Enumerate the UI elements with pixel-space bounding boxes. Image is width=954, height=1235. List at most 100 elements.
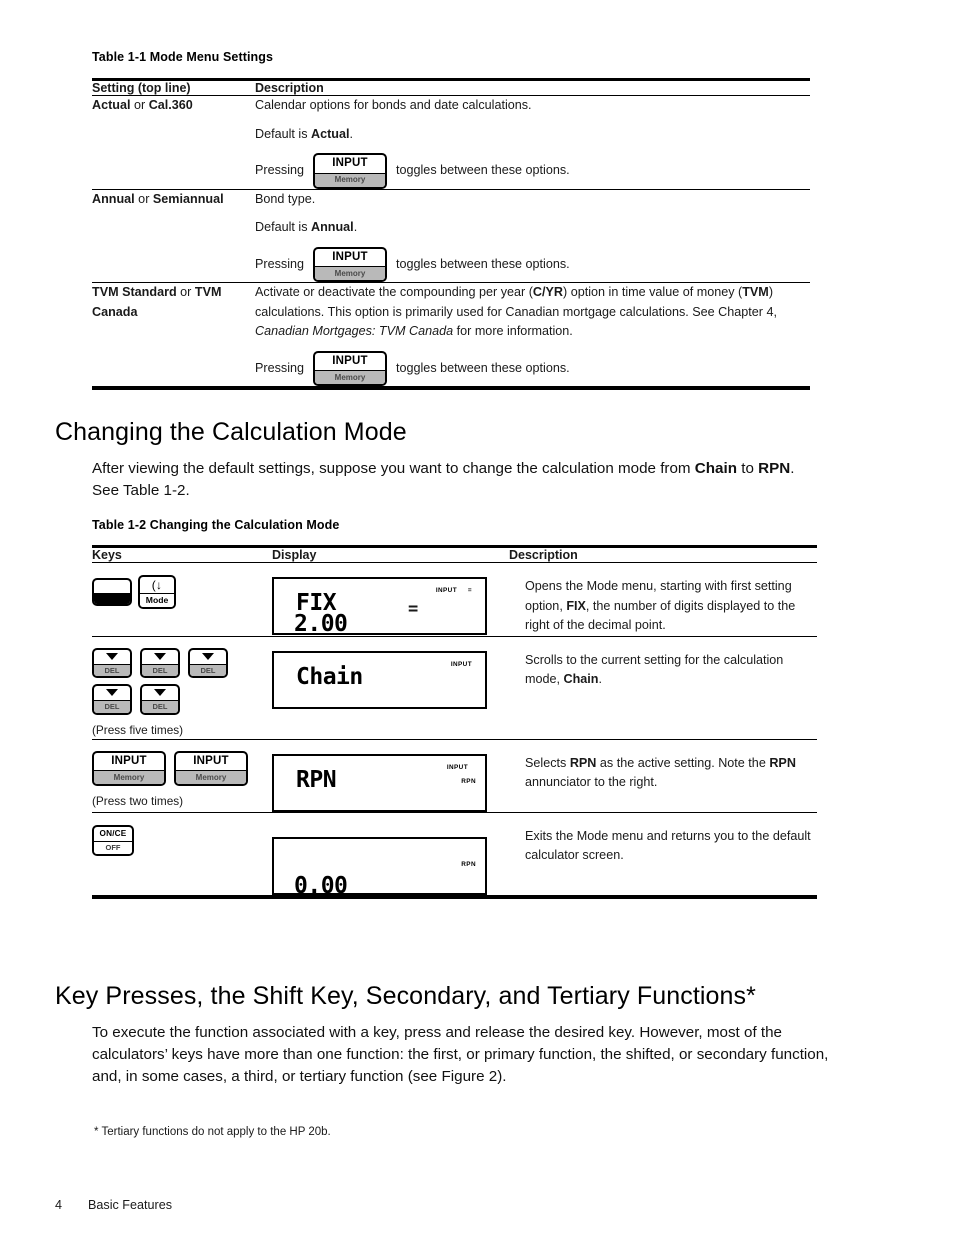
lcd-display-chain: Chain INPUT (272, 650, 487, 709)
on-ce-key-top-label: ON/CE (99, 828, 127, 838)
desc-bold-rpn-1: RPN (569, 755, 597, 770)
intro-bold-rpn: RPN (758, 460, 791, 477)
table-1-2-header-row: Keys Display Description (92, 545, 817, 563)
lcd-annunciator-equals: = (467, 587, 472, 594)
input-key-graphic[interactable]: INPUT Memory (313, 153, 387, 189)
setting-option-a: Actual (92, 98, 131, 112)
down-arrow-icon (94, 650, 130, 664)
on-ce-key-bottom-label: OFF (94, 841, 132, 854)
keys-cell: (↓ Mode (92, 562, 272, 637)
on-ce-key-graphic[interactable]: ON/CE OFF (92, 824, 134, 856)
table-1-1-header-row: Setting (top line) Description (92, 78, 810, 96)
input-key-top-label: INPUT (193, 754, 229, 767)
table-1-1-caption: Table 1-1 Mode Menu Settings (92, 50, 274, 64)
lcd-display-default: 0.00 RPN (272, 836, 487, 899)
desc-italic-title: Canadian Mortgages: TVM Canada (255, 324, 454, 339)
column-header-description: Description (255, 78, 810, 96)
display-cell: RPN INPUT RPN (272, 738, 509, 813)
keys-cell: ON/CE OFF (92, 811, 272, 897)
shift-key-graphic[interactable] (92, 577, 132, 606)
mode-key-bottom-label: Mode (140, 593, 174, 607)
setting-conjunction: or (134, 191, 153, 206)
down-arrow-icon (142, 650, 178, 664)
display-cell: FIX 2.00 = INPUT = (272, 562, 509, 637)
lcd-annunciator-rpn: RPN (461, 860, 476, 868)
mode-key-graphic[interactable]: (↓ Mode (138, 575, 176, 609)
press-prefix: Pressing (255, 163, 304, 178)
del-key-label: DEL (142, 663, 178, 677)
down-arrow-del-key-graphic[interactable]: DEL (188, 647, 228, 679)
keys-cell: DEL DEL DEL DEL DEL (Press five times) (92, 635, 272, 740)
table-row: ON/CE OFF 0.00 RPN Exits the Mode menu a… (92, 811, 817, 899)
input-key-graphic[interactable]: INPUT Memory (92, 750, 166, 787)
desc-line: Exits the Mode menu and returns you to t… (525, 828, 811, 863)
desc-line: Scrolls to the current setting for the c… (525, 651, 817, 690)
desc-default-line: Default is Annual. (255, 218, 810, 238)
down-arrow-del-key-graphic[interactable]: DEL (140, 647, 180, 679)
description-cell: Activate or deactivate the compounding p… (255, 282, 810, 389)
input-key-top-label: INPUT (332, 157, 368, 170)
table-bottom-rule (509, 894, 817, 901)
desc-seg-4: for more information. (453, 324, 573, 339)
footer-section-name: Basic Features (88, 1198, 172, 1212)
input-key-bottom-label: Memory (315, 370, 385, 385)
lcd-line-1: RPN (296, 766, 337, 793)
lcd-annunciator-rpn: RPN (461, 777, 476, 785)
setting-conjunction: or (176, 285, 195, 300)
key-group: (↓ Mode (92, 575, 272, 609)
setting-conjunction: or (130, 98, 149, 112)
triangle-down-shape (106, 652, 118, 660)
setting-option-b: Cal.360 (148, 98, 193, 112)
page: Table 1-1 Mode Menu Settings Setting (to… (0, 0, 954, 1235)
intro-seg-1: After viewing the default settings, supp… (92, 460, 695, 477)
lcd-display-rpn: RPN INPUT RPN (272, 753, 487, 812)
lcd-line-1: Chain (296, 663, 363, 690)
default-value: Actual (311, 126, 350, 141)
down-arrow-icon (94, 686, 130, 700)
table-row: INPUT Memory INPUT Memory (Press two tim… (92, 738, 817, 813)
page-heading-changing-mode: Changing the Calculation Mode (55, 418, 407, 446)
desc-seg-2: ) option in time value of money ( (563, 285, 743, 300)
triangle-down-shape (202, 652, 214, 660)
press-prefix: Pressing (255, 256, 304, 271)
table-1-1-bottom-rule-row (92, 386, 810, 393)
press-count-note: (Press two times) (92, 794, 184, 809)
table-1-1: Setting (top line) Description Actual or… (92, 78, 810, 393)
desc-bold-cyr: C/YR (532, 285, 564, 300)
table-1-2-caption: Table 1-2 Changing the Calculation Mode (92, 518, 340, 532)
lcd-line-2: 0.00 (294, 872, 348, 899)
triangle-down-shape (154, 689, 166, 697)
key-presses-paragraph: To execute the function associated with … (92, 1024, 829, 1085)
key-group: DEL DEL DEL DEL DEL (92, 647, 242, 715)
table-1-2: Keys Display Description (↓ Mode FIX 2.0… (92, 545, 817, 901)
default-prefix: Default is (255, 126, 311, 141)
input-key-graphic[interactable]: INPUT Memory (313, 246, 387, 283)
lcd-annunciator-input: INPUT (450, 660, 472, 668)
setting-cell: Actual or Cal.360 (92, 95, 255, 190)
key-group: ON/CE OFF (92, 824, 272, 856)
down-arrow-del-key-graphic[interactable]: DEL (92, 684, 132, 715)
column-header-setting: Setting (top line) (92, 78, 255, 96)
input-key-graphic[interactable]: INPUT Memory (313, 350, 387, 387)
press-suffix: toggles between these options. (396, 256, 570, 271)
press-prefix: Pressing (255, 360, 304, 375)
desc-default-line: Default is Actual. (255, 125, 810, 145)
column-header-keys: Keys (92, 545, 272, 563)
lcd-line-2: 2.00 (294, 611, 348, 637)
down-arrow-del-key-graphic[interactable]: DEL (140, 684, 180, 715)
description-cell: Scrolls to the current setting for the c… (509, 635, 817, 740)
del-key-label: DEL (142, 700, 178, 713)
down-arrow-del-key-graphic[interactable]: DEL (92, 647, 132, 679)
shift-key-top-blank (94, 580, 130, 593)
input-key-graphic[interactable]: INPUT Memory (174, 750, 248, 787)
setting-cell: TVM Standard or TVM Canada (92, 282, 255, 389)
mode-key-top-glyph: (↓ (151, 578, 163, 592)
default-suffix: . (353, 220, 358, 235)
input-key-bottom-label: Memory (315, 172, 385, 187)
desc-bold-fix: FIX (566, 598, 586, 613)
press-suffix: toggles between these options. (396, 163, 570, 178)
input-key-bottom-label: Memory (176, 770, 246, 785)
key-group: INPUT Memory INPUT Memory (92, 750, 272, 787)
table-row: DEL DEL DEL DEL DEL (Press five times) C… (92, 635, 817, 740)
lcd-display-fix: FIX 2.00 = INPUT = (272, 577, 487, 637)
